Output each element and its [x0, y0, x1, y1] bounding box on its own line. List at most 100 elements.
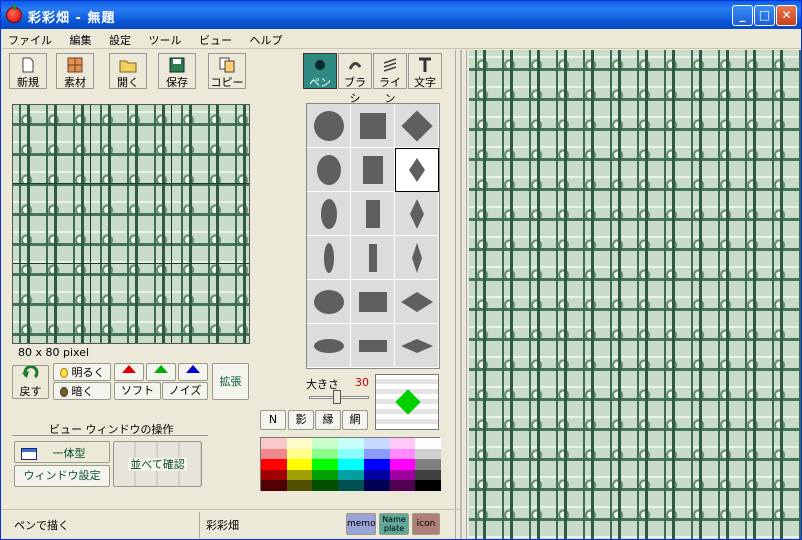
undo-button[interactable]: 戻す [12, 365, 49, 399]
copy-button[interactable]: コピー [208, 53, 246, 89]
palette-swatch[interactable] [415, 448, 442, 460]
palette-swatch[interactable] [338, 459, 365, 471]
new-button[interactable]: 新規 [9, 53, 47, 89]
blue-boost-button[interactable] [178, 363, 208, 381]
palette-swatch[interactable] [261, 448, 287, 460]
memo-badge[interactable]: memo [346, 513, 376, 535]
shape-oval-slim[interactable] [307, 236, 351, 280]
palette-swatch[interactable] [415, 469, 442, 481]
shape-diamond-large[interactable] [395, 104, 439, 148]
maximize-button[interactable]: □ [754, 5, 775, 26]
palette-swatch[interactable] [312, 480, 339, 492]
palette-swatch[interactable] [363, 448, 390, 460]
expand-button[interactable]: 拡張 [212, 363, 249, 400]
palette-swatch[interactable] [312, 469, 339, 481]
palette-swatch[interactable] [389, 438, 416, 449]
palette-swatch[interactable] [389, 459, 416, 471]
palette-swatch[interactable] [415, 480, 442, 492]
pane-splitter[interactable] [455, 50, 467, 539]
shape-rect-slim[interactable] [351, 236, 395, 280]
shape-diamond-narrow[interactable] [395, 192, 439, 236]
darken-button[interactable]: 暗く [53, 382, 111, 400]
palette-swatch[interactable] [415, 459, 442, 471]
app-window: 彩彩畑 - 無題 _ □ ✕ ファイル 編集 設定 ツール ビュー ヘルプ 新規… [0, 0, 802, 540]
palette-swatch[interactable] [338, 438, 365, 449]
green-boost-button[interactable] [146, 363, 176, 381]
palette-swatch[interactable] [286, 459, 313, 471]
shape-oval-flat[interactable] [307, 324, 351, 368]
close-button[interactable]: ✕ [776, 5, 797, 26]
palette-swatch[interactable] [338, 469, 365, 481]
tile-check-button[interactable]: 並べて確認 [113, 441, 202, 487]
menu-file[interactable]: ファイル [1, 29, 59, 51]
palette-swatch[interactable] [261, 469, 287, 481]
palette-swatch[interactable] [363, 438, 390, 449]
window-settings-button[interactable]: ウィンドウ設定 [14, 465, 110, 487]
integrated-label: 一体型 [52, 447, 86, 460]
mode-shadow-button[interactable]: 影 [288, 410, 314, 430]
line-tool[interactable]: ライン [373, 53, 407, 105]
menu-view[interactable]: ビュー [192, 29, 239, 51]
shape-rect-wide[interactable] [351, 280, 395, 324]
shape-rect-tall[interactable] [351, 148, 395, 192]
pen-tool[interactable]: ペン [303, 53, 337, 89]
palette-swatch[interactable] [389, 448, 416, 460]
shape-square-large[interactable] [351, 104, 395, 148]
mode-edge-button[interactable]: 縁 [315, 410, 341, 430]
brush-tool[interactable]: ブラシ [338, 53, 372, 105]
menu-settings[interactable]: 設定 [102, 29, 138, 51]
material-button[interactable]: 素材 [56, 53, 94, 89]
palette-swatch[interactable] [261, 480, 287, 492]
palette-swatch[interactable] [286, 448, 313, 460]
palette-swatch[interactable] [363, 469, 390, 481]
palette-swatch[interactable] [363, 480, 390, 492]
nameplate-badge[interactable]: Name plate [379, 513, 409, 535]
palette-swatch[interactable] [338, 448, 365, 460]
save-button[interactable]: 保存 [158, 53, 196, 89]
menu-edit[interactable]: 編集 [63, 29, 99, 51]
mode-mesh-button[interactable]: 網 [342, 410, 368, 430]
soft-button[interactable]: ソフト [114, 382, 161, 400]
palette-swatch[interactable] [415, 438, 442, 449]
shape-oval-tall[interactable] [307, 148, 351, 192]
green-triangle-icon [154, 365, 168, 373]
minimize-button[interactable]: _ [732, 5, 753, 26]
shape-rect-narrow[interactable] [351, 192, 395, 236]
palette-swatch[interactable] [261, 438, 287, 449]
menu-help[interactable]: ヘルプ [243, 29, 290, 51]
shape-diamond-tall-selected[interactable] [395, 148, 439, 192]
color-palette [260, 437, 442, 492]
shape-circle-large[interactable] [307, 104, 351, 148]
brush-icon [348, 62, 362, 70]
tiled-view-canvas[interactable] [469, 50, 801, 539]
palette-swatch[interactable] [312, 448, 339, 460]
text-tool[interactable]: 文字 [408, 53, 442, 89]
icon-badge[interactable]: icon [412, 513, 440, 535]
open-button[interactable]: 開く [109, 53, 147, 89]
menu-tools[interactable]: ツール [142, 29, 189, 51]
shape-rect-flat[interactable] [351, 324, 395, 368]
palette-swatch[interactable] [286, 438, 313, 449]
size-slider-thumb[interactable] [333, 390, 341, 404]
brighten-button[interactable]: 明るく [53, 363, 111, 381]
shape-diamond-wide[interactable] [395, 280, 439, 324]
integrated-button[interactable]: 一体型 [14, 441, 110, 463]
tile-preview-canvas[interactable] [12, 104, 250, 344]
palette-swatch[interactable] [261, 459, 287, 471]
mode-normal-button[interactable]: N [260, 410, 286, 430]
shape-oval-narrow[interactable] [307, 192, 351, 236]
status-bar: ペンで描く 彩彩畑 memo Name plate icon [1, 509, 461, 539]
shape-diamond-flat[interactable] [395, 324, 439, 368]
palette-swatch[interactable] [338, 480, 365, 492]
palette-swatch[interactable] [286, 469, 313, 481]
palette-swatch[interactable] [312, 459, 339, 471]
shape-oval-wide[interactable] [307, 280, 351, 324]
palette-swatch[interactable] [312, 438, 339, 449]
palette-swatch[interactable] [389, 469, 416, 481]
palette-swatch[interactable] [389, 480, 416, 492]
shape-diamond-slim[interactable] [395, 236, 439, 280]
red-boost-button[interactable] [114, 363, 144, 381]
palette-swatch[interactable] [286, 480, 313, 492]
noise-button[interactable]: ノイズ [162, 382, 208, 400]
palette-swatch[interactable] [363, 459, 390, 471]
